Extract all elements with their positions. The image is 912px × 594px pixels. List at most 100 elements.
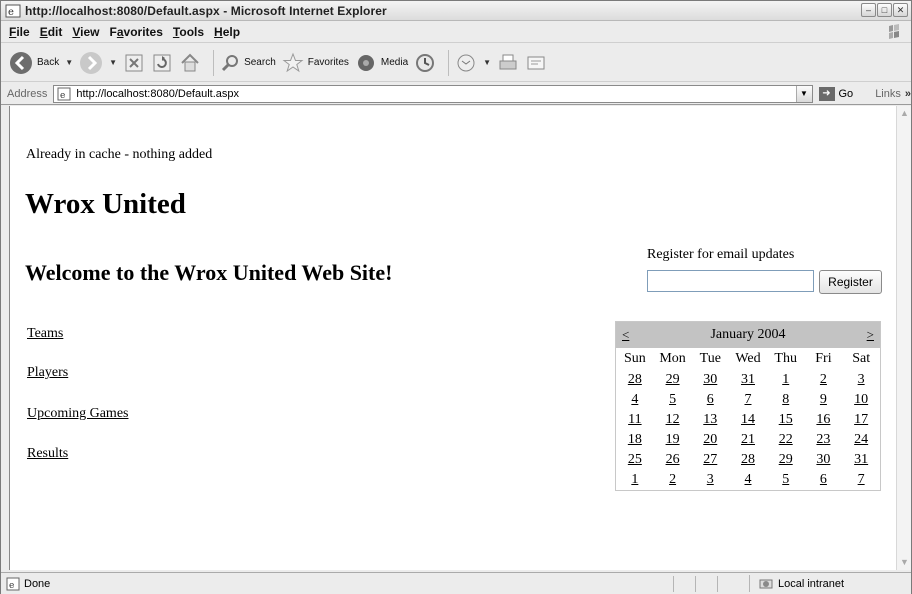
- menu-item-File[interactable]: File: [9, 25, 30, 39]
- links-chevron-icon[interactable]: »: [905, 88, 911, 100]
- status-text: e Done: [6, 577, 50, 591]
- calendar-next-link[interactable]: >: [867, 327, 874, 343]
- calendar-day[interactable]: 7: [729, 390, 767, 410]
- calendar-day[interactable]: 26: [654, 450, 692, 470]
- menu-item-Favorites[interactable]: Favorites: [110, 25, 163, 39]
- search-button[interactable]: Search: [220, 53, 276, 73]
- media-button[interactable]: Media: [355, 52, 408, 74]
- stop-button[interactable]: [123, 52, 145, 74]
- calendar-day[interactable]: 27: [691, 450, 729, 470]
- address-dropdown-icon[interactable]: ▼: [795, 85, 812, 102]
- address-bar: Address e http://localhost:8080/Default.…: [1, 83, 911, 105]
- menu-item-Edit[interactable]: Edit: [40, 25, 63, 39]
- search-icon: [222, 54, 239, 71]
- vertical-scrollbar[interactable]: ▲ ▼: [896, 106, 911, 570]
- scroll-up-icon[interactable]: ▲: [897, 106, 912, 121]
- calendar-day[interactable]: 1: [767, 370, 805, 390]
- window-title: http://localhost:8080/Default.aspx - Mic…: [25, 3, 387, 18]
- calendar-day[interactable]: 3: [842, 370, 880, 390]
- mail-icon: [457, 54, 475, 71]
- calendar-day[interactable]: 2: [805, 370, 843, 390]
- close-button[interactable]: ✕: [893, 3, 908, 17]
- calendar-grid: Sun Mon Tue Wed Thu Fri Sat 28 29 30 31 1 2 3 4 5 6 7 8 9 10…: [616, 348, 880, 490]
- calendar-day[interactable]: 25: [616, 450, 654, 470]
- refresh-button[interactable]: [151, 52, 173, 74]
- forward-arrow-icon: [80, 51, 103, 74]
- calendar-day[interactable]: 28: [616, 370, 654, 390]
- history-button[interactable]: [414, 52, 436, 74]
- calendar-day[interactable]: 10: [842, 390, 880, 410]
- history-clock-icon: [416, 53, 435, 72]
- calendar-day[interactable]: 29: [767, 450, 805, 470]
- calendar-day[interactable]: 11: [616, 410, 654, 430]
- register-label: Register for email updates: [647, 247, 795, 262]
- edit-button[interactable]: [525, 52, 547, 74]
- calendar-day[interactable]: 23: [805, 430, 843, 450]
- calendar-day[interactable]: 20: [691, 430, 729, 450]
- nav-link-upcoming-games[interactable]: Upcoming Games: [27, 406, 128, 422]
- calendar-day[interactable]: 12: [654, 410, 692, 430]
- calendar-day[interactable]: 13: [691, 410, 729, 430]
- back-button[interactable]: Back ▼: [9, 51, 73, 75]
- calendar-day[interactable]: 24: [842, 430, 880, 450]
- mail-dropdown-icon[interactable]: ▼: [483, 58, 491, 67]
- calendar-day[interactable]: 5: [767, 470, 805, 490]
- mail-button[interactable]: ▼: [455, 52, 491, 74]
- calendar-day[interactable]: 19: [654, 430, 692, 450]
- minimize-button[interactable]: –: [861, 3, 876, 17]
- page-content: Already in cache - nothing added Wrox Un…: [9, 106, 896, 570]
- back-dropdown-icon[interactable]: ▼: [65, 58, 73, 67]
- calendar-day[interactable]: 22: [767, 430, 805, 450]
- nav-link-teams[interactable]: Teams: [27, 326, 63, 342]
- address-url: http://localhost:8080/Default.aspx: [76, 87, 240, 100]
- calendar-day[interactable]: 16: [805, 410, 843, 430]
- calendar-day[interactable]: 8: [767, 390, 805, 410]
- register-button[interactable]: Register: [819, 270, 882, 294]
- menu-item-Tools[interactable]: Tools: [173, 25, 204, 39]
- toolbar: Back ▼ ▼ Search Favorites Media ▼: [1, 44, 911, 82]
- site-title: Wrox United: [25, 188, 186, 220]
- calendar-day[interactable]: 29: [654, 370, 692, 390]
- calendar-day[interactable]: 21: [729, 430, 767, 450]
- nav-link-players[interactable]: Players: [27, 365, 68, 381]
- calendar-day[interactable]: 9: [805, 390, 843, 410]
- favorites-button[interactable]: Favorites: [282, 52, 349, 74]
- calendar-day[interactable]: 15: [767, 410, 805, 430]
- nav-link-results[interactable]: Results: [27, 446, 68, 462]
- menu-item-Help[interactable]: Help: [214, 25, 240, 39]
- forward-dropdown-icon[interactable]: ▼: [109, 58, 117, 67]
- maximize-button[interactable]: □: [877, 3, 892, 17]
- calendar-day-header: Mon: [659, 351, 686, 366]
- scroll-down-icon[interactable]: ▼: [897, 555, 912, 570]
- calendar-day[interactable]: 18: [616, 430, 654, 450]
- edit-page-icon: [527, 56, 545, 69]
- intranet-icon: [759, 579, 773, 588]
- menu-item-View[interactable]: View: [72, 25, 99, 39]
- calendar-day[interactable]: 7: [842, 470, 880, 490]
- calendar-day[interactable]: 5: [654, 390, 692, 410]
- calendar-day[interactable]: 28: [729, 450, 767, 470]
- calendar-day[interactable]: 1: [616, 470, 654, 490]
- calendar-day[interactable]: 2: [654, 470, 692, 490]
- links-button[interactable]: Links: [875, 88, 901, 100]
- print-button[interactable]: [497, 52, 519, 74]
- home-button[interactable]: [179, 52, 201, 74]
- calendar-day[interactable]: 6: [691, 390, 729, 410]
- calendar-day[interactable]: 31: [842, 450, 880, 470]
- calendar-day[interactable]: 30: [691, 370, 729, 390]
- forward-button[interactable]: ▼: [79, 51, 117, 75]
- calendar-day[interactable]: 4: [729, 470, 767, 490]
- address-input[interactable]: e http://localhost:8080/Default.aspx ▼: [53, 84, 813, 103]
- calendar-day-header: Tue: [699, 351, 721, 366]
- calendar-day[interactable]: 17: [842, 410, 880, 430]
- calendar-day[interactable]: 30: [805, 450, 843, 470]
- go-button[interactable]: ➜ Go: [818, 86, 853, 101]
- calendar-day[interactable]: 3: [691, 470, 729, 490]
- calendar-day[interactable]: 6: [805, 470, 843, 490]
- calendar-prev-link[interactable]: <: [622, 327, 629, 343]
- calendar-day[interactable]: 31: [729, 370, 767, 390]
- calendar-month: January 2004: [710, 327, 786, 342]
- calendar-day[interactable]: 14: [729, 410, 767, 430]
- email-field[interactable]: [647, 270, 814, 292]
- calendar-day[interactable]: 4: [616, 390, 654, 410]
